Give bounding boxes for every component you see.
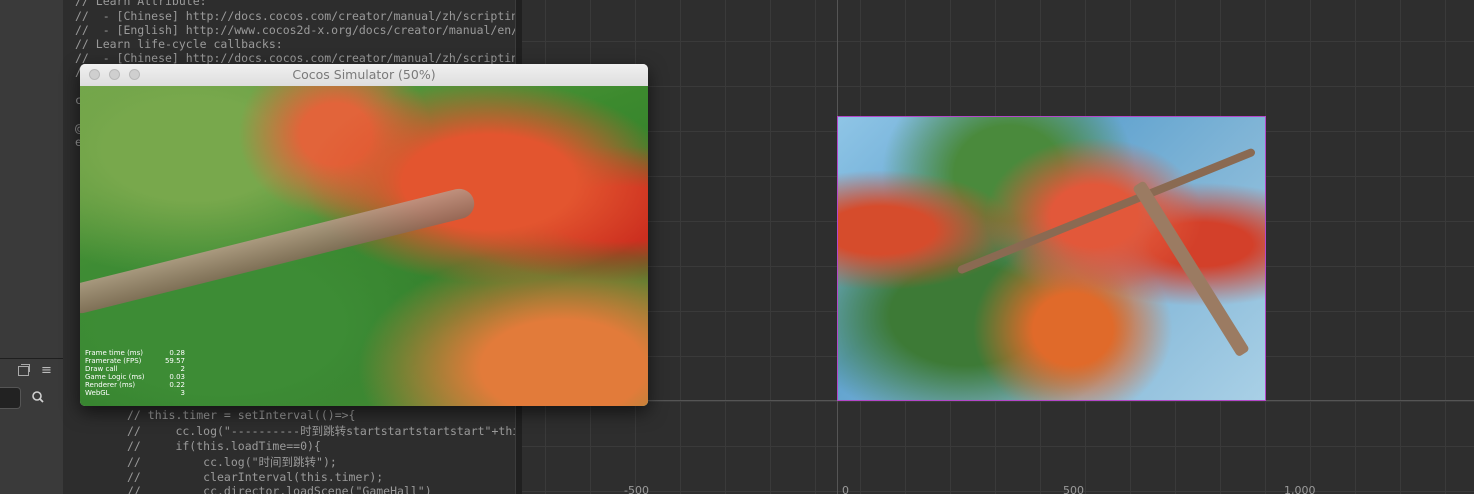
code-line: // - [English] http://www.cocos2d-x.org/… (75, 23, 515, 37)
simulator-game-canvas[interactable]: Frame time (ms) 0.28 Framerate (FPS) 59.57… (80, 86, 648, 406)
code-line: // cc.log("时间到跳转"); (127, 455, 337, 469)
stat-row: WebGL 3 (85, 389, 185, 397)
stat-value: 3 (180, 389, 185, 397)
ruler-label: 1,000 (1284, 484, 1316, 494)
branch-shape (1132, 180, 1250, 358)
simulator-window[interactable]: Cocos Simulator (50%) Frame time (ms) 0.2… (80, 64, 648, 406)
stat-row: Framerate (FPS) 59.57 (85, 357, 185, 365)
stat-row: Game Logic (ms) 0.03 (85, 373, 185, 381)
stat-row: Renderer (ms) 0.22 (85, 381, 185, 389)
stat-value: 0.28 (169, 349, 185, 357)
stat-label: Renderer (ms) (85, 381, 136, 389)
left-panel: ≡ (0, 0, 63, 494)
simulator-titlebar[interactable]: Cocos Simulator (50%) (80, 64, 648, 87)
stat-value: 59.57 (164, 357, 185, 365)
branch-shape (80, 185, 478, 317)
scene-view[interactable]: -500 0 500 1,000 (522, 0, 1474, 494)
scene-sprite-maple-leaves[interactable] (837, 116, 1266, 401)
search-button[interactable] (24, 386, 54, 408)
stat-label: Frame time (ms) (85, 349, 144, 357)
simulator-title: Cocos Simulator (50%) (292, 67, 436, 82)
stat-label: Draw call (85, 365, 118, 373)
code-line: // cc.log("----------时到跳转startstartstart… (127, 424, 515, 438)
stat-label: WebGL (85, 389, 110, 397)
stat-value: 2 (180, 365, 185, 373)
panel-toolbar: ≡ (0, 364, 63, 382)
ruler-label: 0 (842, 484, 849, 494)
search-icon (32, 391, 44, 403)
stat-label: Framerate (FPS) (85, 357, 142, 365)
code-line: // cc.director.loadScene("GameHall") (127, 484, 432, 494)
code-line: // if(this.loadTime==0){ (127, 439, 321, 453)
stat-value: 0.03 (169, 373, 185, 381)
panel-divider (0, 358, 63, 359)
menu-icon[interactable]: ≡ (41, 364, 52, 378)
search-input[interactable] (0, 387, 21, 409)
ruler-label: -500 (624, 484, 649, 494)
stat-value: 0.22 (169, 381, 185, 389)
stat-label: Game Logic (ms) (85, 373, 145, 381)
code-line: // - [Chinese] http://docs.cocos.com/cre… (75, 9, 515, 23)
code-line: // this.timer = setInterval(()=>{ (127, 408, 356, 422)
code-line: // clearInterval(this.timer); (127, 470, 384, 484)
branch-shape (956, 147, 1257, 275)
stat-row: Frame time (ms) 0.28 (85, 349, 185, 357)
stats-panel: Frame time (ms) 0.28 Framerate (FPS) 59.57… (85, 349, 185, 397)
code-line: // Learn Attribute: (75, 0, 207, 8)
window-icon[interactable] (18, 364, 30, 376)
code-line: // Learn life-cycle callbacks: (75, 37, 283, 51)
ruler-label: 500 (1063, 484, 1084, 494)
code-line: // - [Chinese] http://docs.cocos.com/cre… (75, 51, 515, 65)
stat-row: Draw call 2 (85, 365, 185, 373)
